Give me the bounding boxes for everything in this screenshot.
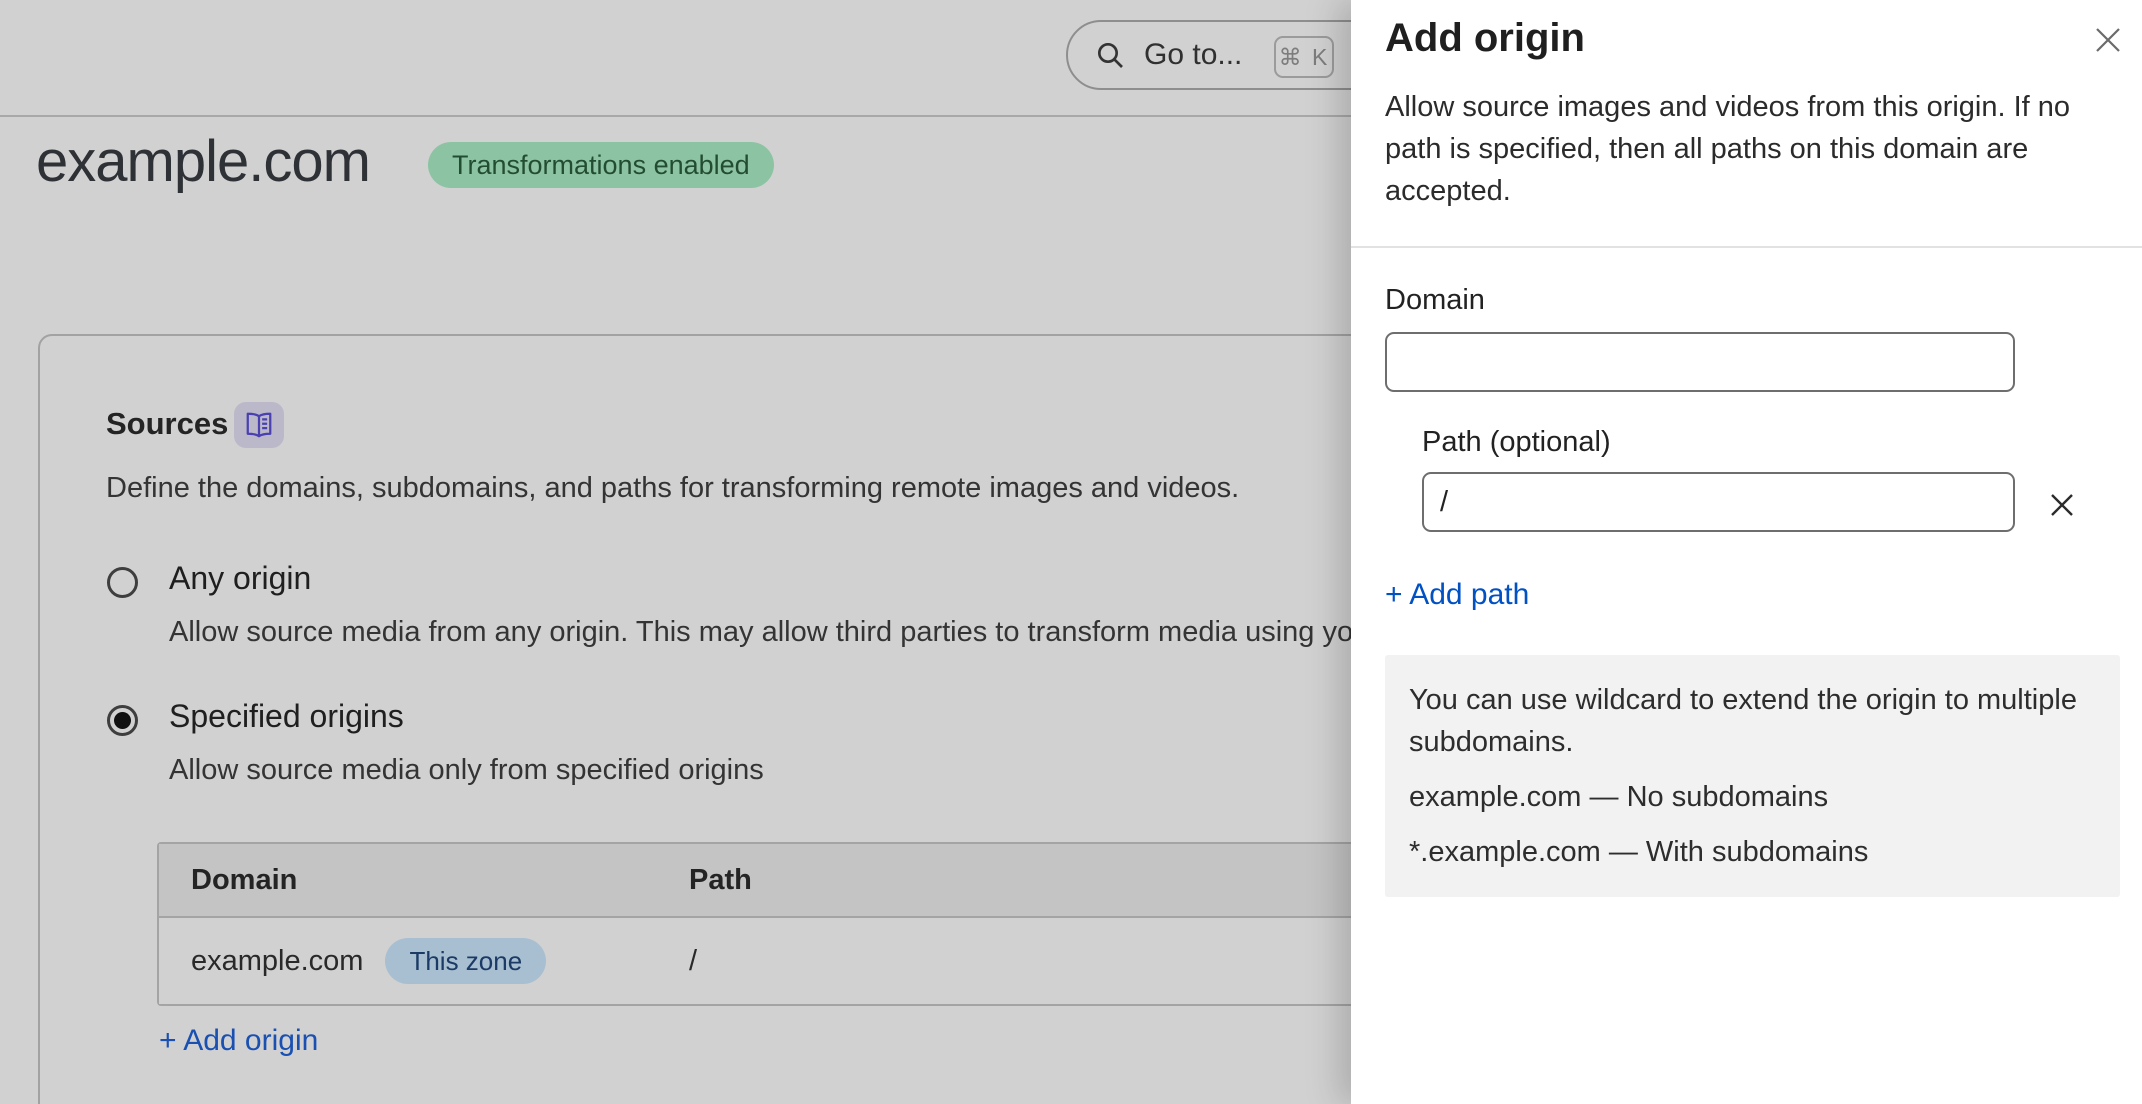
- close-button[interactable]: [2088, 20, 2128, 60]
- with-subdomains-example: *.example.com — With subdomains: [1409, 831, 2096, 873]
- add-origin-panel: Add origin Allow source images and video…: [1351, 0, 2142, 1104]
- no-subdomains-example: example.com — No subdomains: [1409, 776, 2096, 818]
- path-field-label: Path (optional): [1422, 426, 1611, 459]
- remove-path-icon: [2046, 489, 2078, 521]
- domain-field-label: Domain: [1385, 284, 1485, 317]
- panel-divider: [1351, 246, 2142, 248]
- wildcard-hint-text: You can use wildcard to extend the origi…: [1409, 679, 2096, 763]
- add-path-link[interactable]: + Add path: [1385, 578, 1529, 612]
- app-window: Go to... ⌘ K example.com Transformations…: [0, 0, 2142, 1104]
- domain-field[interactable]: [1385, 332, 2015, 392]
- panel-title: Add origin: [1385, 16, 1585, 61]
- remove-path-button[interactable]: [2041, 484, 2083, 526]
- path-field[interactable]: [1422, 472, 2015, 532]
- panel-description: Allow source images and videos from this…: [1385, 86, 2109, 212]
- close-icon: [2090, 22, 2126, 58]
- wildcard-info-box: You can use wildcard to extend the origi…: [1385, 655, 2120, 897]
